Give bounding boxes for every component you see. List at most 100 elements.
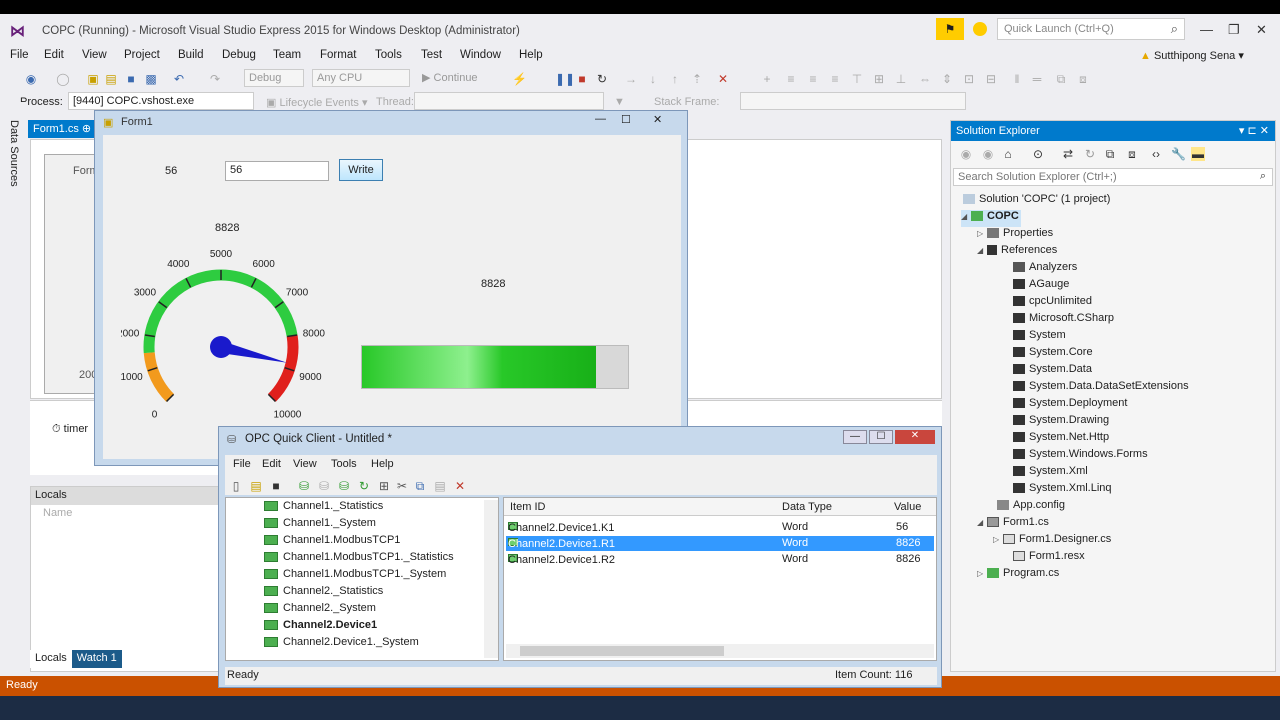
menu-build[interactable]: Build [178, 49, 204, 61]
tree-item-reference[interactable]: Analyzers [1013, 261, 1077, 278]
tab-form1-cs[interactable]: Form1.cs ⊕ [28, 120, 100, 138]
tree-item-reference[interactable]: System.Data [1013, 363, 1092, 380]
properties-icon[interactable]: 🔧 [1171, 147, 1186, 161]
restart-icon[interactable]: ↻ [595, 72, 609, 86]
menu-test[interactable]: Test [421, 49, 442, 61]
stop-icon[interactable]: ■ [575, 72, 589, 86]
undo-icon[interactable]: ↶ [172, 72, 186, 86]
solution-search-input[interactable]: Search Solution Explorer (Ctrl+;) ⌕ [953, 168, 1273, 186]
platform-select[interactable]: Any CPU [312, 69, 410, 87]
tree-scrollbar[interactable] [484, 500, 498, 658]
browser-link-icon[interactable]: ⚡ [512, 72, 527, 86]
close-panel-icon[interactable]: ▾ ⊏ ✕ [1239, 124, 1269, 137]
menu-help[interactable]: Help [519, 49, 543, 61]
notification-flag-icon[interactable]: ⚑ [936, 18, 964, 40]
quick-launch-input[interactable]: Quick Launch (Ctrl+Q) ⌕ [997, 18, 1185, 40]
tree-item-reference[interactable]: System.Drawing [1013, 414, 1109, 431]
step-over-icon[interactable]: → [624, 72, 638, 86]
close-icon[interactable]: ✕ [1256, 22, 1267, 38]
vertical-spacing-icon[interactable]: ═ [1030, 72, 1044, 86]
pause-icon[interactable]: ❚❚ [555, 72, 575, 86]
new-server-icon[interactable]: ⛁ [297, 479, 311, 493]
properties-icon[interactable]: ⊞ [377, 479, 391, 493]
same-width-icon[interactable]: ⇔ [918, 72, 932, 86]
list-row[interactable]: Channel2.Device1.K1 Word 56 [506, 520, 934, 535]
menu-project[interactable]: Project [124, 49, 160, 61]
minimize-icon[interactable]: — [595, 113, 606, 125]
tree-item-references[interactable]: ◢ References [977, 244, 1057, 261]
tree-item-solution[interactable]: Solution 'COPC' (1 project) [963, 193, 1110, 210]
menu-team[interactable]: Team [273, 49, 301, 61]
maximize-icon[interactable]: ☐ [621, 113, 631, 126]
restore-icon[interactable]: ❐ [1228, 22, 1240, 38]
opc-menu-file[interactable]: File [233, 458, 251, 470]
tree-item-reference[interactable]: System.Data.DataSetExtensions [1013, 380, 1189, 397]
tree-item-form1-resx[interactable]: Form1.resx [1013, 550, 1085, 567]
save-icon[interactable]: ■ [124, 72, 138, 86]
size-grid-icon[interactable]: ⊟ [984, 72, 998, 86]
minimize-icon[interactable]: — [843, 430, 867, 444]
tree-item-app-config[interactable]: App.config [997, 499, 1065, 516]
tree-folder[interactable]: Channel1._Statistics [264, 500, 383, 516]
tree-folder[interactable]: Channel1._System [264, 517, 376, 533]
close-icon[interactable]: ✕ [895, 430, 935, 444]
menu-debug[interactable]: Debug [222, 49, 256, 61]
step-into-icon[interactable]: ↓ [646, 72, 660, 86]
tree-item-reference[interactable]: System.Windows.Forms [1013, 448, 1148, 465]
tab-locals[interactable]: Locals [30, 650, 72, 668]
refresh-icon[interactable]: ↻ [357, 479, 371, 493]
minimize-icon[interactable]: — [1200, 22, 1213, 37]
tree-item-program-cs[interactable]: ▷ Program.cs [977, 567, 1059, 584]
opc-menu-view[interactable]: View [293, 458, 317, 470]
maximize-icon[interactable]: ☐ [869, 430, 893, 444]
tree-item-reference[interactable]: System.Deployment [1013, 397, 1127, 414]
tree-folder[interactable]: Channel1.ModbusTCP1 [264, 534, 400, 550]
sync-icon[interactable]: ⊙ [1031, 147, 1045, 161]
menu-file[interactable]: File [10, 49, 29, 61]
new-icon[interactable]: ▯ [229, 479, 243, 493]
list-horizontal-scrollbar[interactable] [506, 644, 934, 658]
align-middle-icon[interactable]: ⊞ [872, 72, 886, 86]
write-button[interactable]: Write [339, 159, 383, 181]
save-all-icon[interactable]: ▩ [144, 72, 158, 86]
scroll-thumb[interactable] [520, 646, 724, 656]
tree-folder[interactable]: Channel1.ModbusTCP1._Statistics [264, 551, 454, 567]
break-all-icon[interactable]: ✕ [716, 72, 730, 86]
open-icon[interactable]: ▤ [249, 479, 263, 493]
column-data-type[interactable]: Data Type [782, 501, 832, 513]
tree-folder-selected[interactable]: Channel2.Device1 [264, 619, 377, 635]
user-account[interactable]: ▲ Sutthipong Sena ▾ [1140, 49, 1244, 62]
lifecycle-events-button[interactable]: ▣ Lifecycle Events ▾ [266, 96, 368, 109]
menu-tools[interactable]: Tools [375, 49, 402, 61]
tree-folder[interactable]: Channel2._System [264, 602, 376, 618]
opc-menu-help[interactable]: Help [371, 458, 394, 470]
menu-window[interactable]: Window [460, 49, 501, 61]
new-project-icon[interactable]: ▣ [86, 72, 100, 86]
filter-threads-icon[interactable]: ▼ [614, 96, 625, 108]
tree-item-form1-cs[interactable]: ◢ Form1.cs [977, 516, 1049, 533]
tab-watch-1[interactable]: Watch 1 [71, 650, 122, 668]
tree-item-reference[interactable]: AGauge [1013, 278, 1069, 295]
open-file-icon[interactable]: ▤ [104, 72, 118, 86]
tree-item-reference[interactable]: System.Net.Http [1013, 431, 1109, 448]
cut-icon[interactable]: ✂ [395, 479, 409, 493]
process-select[interactable]: [9440] COPC.vshost.exe [68, 92, 254, 110]
preview-selected-icon[interactable]: ▬ [1191, 147, 1205, 161]
forward-icon[interactable]: ◯ [56, 72, 70, 86]
save-icon[interactable]: ■ [269, 479, 283, 493]
close-icon[interactable]: ✕ [653, 113, 662, 126]
write-value-input[interactable]: 56 [225, 161, 329, 181]
same-size-icon[interactable]: ⊡ [962, 72, 976, 86]
show-next-icon[interactable]: ⇡ [690, 72, 704, 86]
new-group-icon[interactable]: ⛁ [317, 479, 331, 493]
tree-folder[interactable]: Channel1.ModbusTCP1._System [264, 568, 446, 584]
timer-component[interactable]: ⏱ timer [52, 423, 88, 436]
redo-icon[interactable]: ↷ [208, 72, 222, 86]
tree-item-reference[interactable]: System.Xml.Linq [1013, 482, 1112, 499]
stack-frame-select[interactable] [740, 92, 966, 110]
align-right-icon[interactable]: ≡ [828, 72, 842, 86]
toggle-breakpoint-icon[interactable]: + [760, 72, 774, 86]
align-top-icon[interactable]: ⊤ [850, 72, 864, 86]
align-left-icon[interactable]: ≡ [784, 72, 798, 86]
opc-menu-edit[interactable]: Edit [262, 458, 281, 470]
